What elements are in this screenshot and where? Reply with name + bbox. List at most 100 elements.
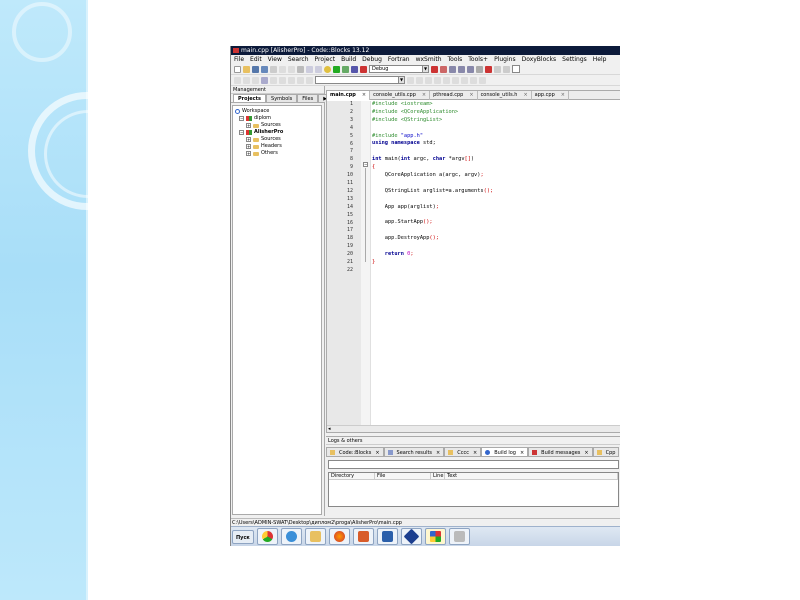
log-tab[interactable]: Cccc × (444, 447, 482, 457)
menu-help[interactable]: Help (593, 55, 607, 64)
tab-symbols[interactable]: Symbols (266, 94, 298, 102)
doc-icon[interactable] (461, 76, 468, 84)
tree-node-workspace[interactable]: Workspace (235, 108, 319, 115)
match-brace-icon[interactable] (270, 76, 277, 84)
close-tab-icon[interactable]: × (473, 448, 477, 456)
taskbar-network[interactable] (400, 528, 422, 545)
close-tab-icon[interactable]: × (469, 91, 473, 100)
step-into-icon[interactable] (458, 65, 465, 73)
copy-icon[interactable] (288, 65, 295, 73)
col-directory[interactable]: Directory (329, 473, 375, 479)
log-search-input[interactable] (328, 460, 619, 469)
menu-project[interactable]: Project (315, 55, 336, 64)
taskbar-explorer[interactable] (304, 528, 326, 545)
editor-tab[interactable]: main.cpp × (327, 91, 371, 100)
close-icon[interactable] (270, 65, 277, 73)
menu-tools[interactable]: Tools (448, 55, 463, 64)
menu-search[interactable]: Search (288, 55, 309, 64)
list-icon[interactable] (479, 76, 486, 84)
taskbar-codeblocks[interactable] (424, 528, 446, 545)
pause-icon[interactable] (476, 65, 483, 73)
build-run-icon[interactable] (342, 65, 349, 73)
expand-icon[interactable]: + (246, 137, 251, 142)
menu-file[interactable]: File (234, 55, 244, 64)
uncomment-icon[interactable] (252, 76, 259, 84)
tree-node-folder[interactable]: + Sources (235, 136, 319, 143)
abort-icon[interactable] (360, 65, 367, 73)
editor-tab[interactable]: pthread.cpp × (430, 91, 478, 100)
close-tab-icon[interactable]: × (584, 448, 588, 456)
code-completion-scope-select[interactable]: ▼ (315, 76, 405, 84)
menu-tools-plus[interactable]: Tools+ (468, 55, 488, 64)
log-tab[interactable]: Build log × (481, 447, 529, 457)
menu-edit[interactable]: Edit (250, 55, 262, 64)
expand-icon[interactable]: + (246, 123, 251, 128)
next-bookmark-icon[interactable] (434, 76, 441, 84)
log-tab[interactable]: Code::Blocks × (326, 447, 384, 457)
close-tab-icon[interactable]: × (520, 448, 524, 456)
goto-icon[interactable] (279, 76, 286, 84)
tree-node-folder[interactable]: + Headers (235, 143, 319, 150)
info-icon[interactable] (503, 65, 510, 73)
close-tab-icon[interactable]: × (362, 91, 366, 100)
start-button[interactable]: Пуск (232, 529, 254, 544)
jump-back-icon[interactable] (297, 76, 304, 84)
step-out-icon[interactable] (467, 65, 474, 73)
collapse-icon[interactable]: − (239, 116, 244, 121)
format-icon[interactable] (452, 76, 459, 84)
tab-projects[interactable]: Projects (233, 94, 267, 102)
fold-marker-icon[interactable]: − (363, 162, 368, 167)
debug-windows-icon[interactable] (494, 65, 501, 73)
save-icon[interactable] (252, 65, 259, 73)
tree-node-folder[interactable]: + Others (235, 150, 319, 157)
collapse-icon[interactable]: − (239, 130, 244, 135)
toggle-icon[interactable] (261, 76, 268, 84)
menu-doxyblocks[interactable]: DoxyBlocks (522, 55, 557, 64)
close-tab-icon[interactable]: × (375, 448, 379, 456)
col-file[interactable]: File (375, 473, 431, 479)
code-text[interactable]: #include <iostream> #include <QCoreAppli… (372, 101, 620, 275)
close-tab-icon[interactable]: × (422, 91, 426, 100)
stop-debug-icon[interactable] (485, 65, 492, 73)
regex-icon[interactable] (470, 76, 477, 84)
menu-debug[interactable]: Debug (362, 55, 382, 64)
next-line-icon[interactable] (449, 65, 456, 73)
expand-icon[interactable]: + (246, 151, 251, 156)
find-icon[interactable] (306, 65, 313, 73)
horizontal-scrollbar[interactable]: ◂ (327, 425, 620, 432)
tree-node-project-diplom[interactable]: − diplom (235, 115, 319, 122)
prev-bookmark-icon[interactable] (234, 76, 241, 84)
menu-plugins[interactable]: Plugins (494, 55, 516, 64)
nav-forward-icon[interactable] (416, 76, 423, 84)
editor-tab[interactable]: console_utils.h × (478, 91, 532, 100)
bookmark-icon[interactable] (425, 76, 432, 84)
debug-icon[interactable] (431, 65, 438, 73)
close-tab-icon[interactable]: × (436, 448, 440, 456)
log-tab[interactable]: Search results × (383, 447, 445, 457)
menu-settings[interactable]: Settings (562, 55, 587, 64)
tab-files[interactable]: Files (297, 94, 319, 102)
tree-node-project-alisherpro[interactable]: − AlisherPro (235, 129, 319, 136)
col-line[interactable]: Line (431, 473, 445, 479)
run-icon[interactable] (333, 65, 340, 73)
highlight-icon[interactable] (288, 76, 295, 84)
taskbar-chrome[interactable] (256, 528, 278, 545)
clear-bookmarks-icon[interactable] (443, 76, 450, 84)
menu-fortran[interactable]: Fortran (388, 55, 410, 64)
comment-icon[interactable] (243, 76, 250, 84)
scroll-left-icon[interactable]: ◂ (328, 426, 331, 432)
taskbar-media[interactable] (352, 528, 374, 545)
new-file-icon[interactable] (234, 65, 241, 73)
menu-wxsmith[interactable]: wxSmith (416, 55, 442, 64)
col-text[interactable]: Text (445, 473, 618, 479)
log-tab[interactable]: Build messages × (528, 447, 593, 457)
run-to-cursor-icon[interactable] (440, 65, 447, 73)
build-target-select[interactable]: Debug ▼ (369, 65, 429, 73)
editor-tab[interactable]: app.cpp × (532, 91, 569, 100)
taskbar-tools[interactable] (448, 528, 470, 545)
replace-icon[interactable] (315, 65, 322, 73)
expand-icon[interactable]: + (246, 144, 251, 149)
jump-forward-icon[interactable] (306, 76, 313, 84)
nav-back-icon[interactable] (407, 76, 414, 84)
menu-view[interactable]: View (268, 55, 282, 64)
